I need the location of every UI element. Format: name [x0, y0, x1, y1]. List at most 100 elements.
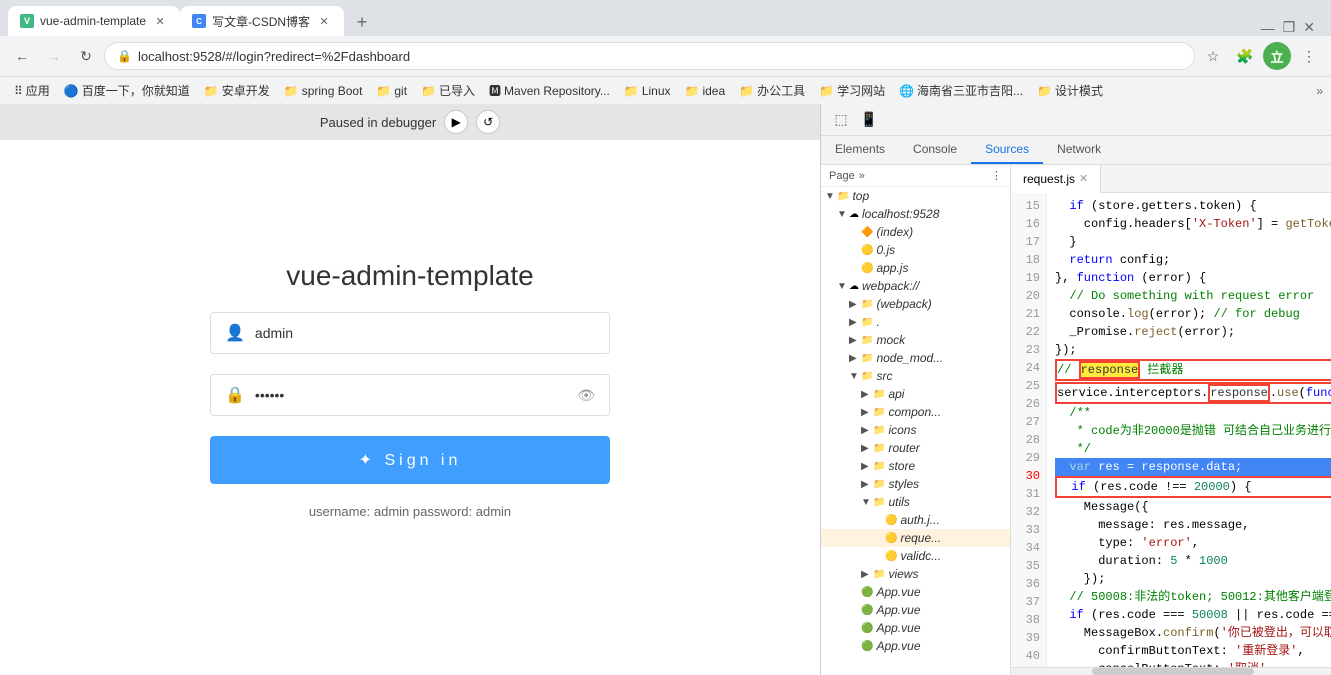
bookmark-maven[interactable]: 🅼 Maven Repository... [483, 80, 616, 101]
reload-button[interactable]: ↻ [72, 42, 100, 70]
tree-nav-more[interactable]: » [859, 170, 865, 182]
devtools-tab-console[interactable]: Console [899, 136, 971, 164]
devtools-tab-network[interactable]: Network [1043, 136, 1115, 164]
tree-item-api[interactable]: ▶ 📁 api [821, 385, 1010, 403]
tree-item-requestjs[interactable]: 🟡 reque... [821, 529, 1010, 547]
window-minimize[interactable]: — [1261, 20, 1275, 36]
bookmark-apps[interactable]: ⠿ 应用 [8, 80, 56, 101]
tree-item-compon[interactable]: ▶ 📁 compon... [821, 403, 1010, 421]
folder-icon-compon: 📁 [873, 407, 885, 418]
design-label: 设计模式 [1055, 82, 1103, 99]
tree-arrow-icons: ▶ [861, 425, 873, 436]
password-input[interactable] [255, 387, 567, 403]
bookmark-learning[interactable]: 📁 学习网站 [813, 80, 891, 101]
nav-bar: ← → ↻ 🔒 localhost:9528/#/login?redirect=… [0, 36, 1331, 76]
back-button[interactable]: ← [8, 42, 36, 70]
tree-item-router[interactable]: ▶ 📁 router [821, 439, 1010, 457]
tree-nav-page[interactable]: Page [829, 170, 855, 182]
sign-in-button[interactable]: ✦ Sign in [210, 436, 610, 484]
login-page: Paused in debugger ▶ ↺ vue-admin-templat… [0, 104, 820, 675]
tab-close-2[interactable]: ✕ [316, 13, 332, 29]
tree-item-nodemod[interactable]: ▶ 📁 node_mod... [821, 349, 1010, 367]
file-icon-appvue3: 🟢 [861, 623, 873, 634]
tab-close-1[interactable]: ✕ [152, 13, 168, 29]
file-icon-appvue4: 🟢 [861, 641, 873, 652]
debugger-refresh-button[interactable]: ↺ [476, 110, 500, 134]
devtools-inspect-icon[interactable]: ⬚ [829, 108, 853, 132]
code-horizontal-scrollbar[interactable] [1011, 667, 1331, 675]
devtools-device-icon[interactable]: 📱 [857, 108, 881, 132]
baidu-icon: 🔵 [64, 84, 79, 98]
tree-item-styles[interactable]: ▶ 📁 styles [821, 475, 1010, 493]
code-file-tab[interactable]: request.js ✕ [1011, 165, 1101, 193]
scrollbar-thumb[interactable] [1092, 668, 1254, 675]
eye-icon[interactable]: 👁 [577, 387, 595, 404]
tree-item-mock[interactable]: ▶ 📁 mock [821, 331, 1010, 349]
tree-item-icons[interactable]: ▶ 📁 icons [821, 421, 1010, 439]
learning-label: 学习网站 [837, 82, 885, 99]
tree-item-appvue2[interactable]: 🟢 App.vue [821, 601, 1010, 619]
tree-item-dot[interactable]: ▶ 📁 . [821, 313, 1010, 331]
hainan-label: 海南省三亚市吉阳... [917, 82, 1023, 99]
tree-item-store[interactable]: ▶ 📁 store [821, 457, 1010, 475]
tree-item-authjs[interactable]: 🟡 auth.j... [821, 511, 1010, 529]
tree-label-styles: styles [888, 477, 919, 491]
username-input[interactable] [255, 325, 595, 341]
browser-tab-1[interactable]: V vue-admin-template ✕ [8, 6, 180, 36]
code-line-40: MessageBox.confirm('你已被登出，可以取消继续 [1055, 624, 1331, 642]
maven-icon: 🅼 [489, 82, 501, 99]
forward-button[interactable]: → [40, 42, 68, 70]
tree-item-0js[interactable]: 🟡 0.js [821, 241, 1010, 259]
tree-item-index[interactable]: 🔶 (index) [821, 223, 1010, 241]
new-tab-button[interactable]: + [348, 8, 376, 36]
bookmark-baidu[interactable]: 🔵 百度一下，你就知道 [58, 80, 196, 101]
bookmark-design[interactable]: 📁 设计模式 [1031, 80, 1109, 101]
profile-button[interactable]: 立 [1263, 42, 1291, 70]
file-tree-header: Page » ⋮ [821, 165, 1010, 187]
tree-item-webpack[interactable]: ▼ ☁ webpack:// [821, 277, 1010, 295]
folder-icon-webpack: 📁 [861, 299, 873, 310]
extensions-button[interactable]: 🧩 [1231, 42, 1259, 70]
devtools-tab-elements[interactable]: Elements [821, 136, 899, 164]
tree-item-top[interactable]: ▼ 📁 top [821, 187, 1010, 205]
bookmark-android[interactable]: 📁 安卓开发 [198, 80, 276, 101]
tree-item-views[interactable]: ▶ 📁 views [821, 565, 1010, 583]
address-bar[interactable]: 🔒 localhost:9528/#/login?redirect=%2Fdas… [104, 42, 1195, 70]
tree-more-btn[interactable]: ⋮ [991, 169, 1002, 182]
tree-item-appvue1[interactable]: 🟢 App.vue [821, 583, 1010, 601]
tree-item-utils[interactable]: ▼ 📁 utils [821, 493, 1010, 511]
devtools-toolbar: ⬚ 📱 ⚙ ✕ ⋮ [821, 104, 1331, 136]
folder-icon-views: 📁 [873, 569, 885, 580]
tree-item-appvue4[interactable]: 🟢 App.vue [821, 637, 1010, 655]
tree-item-validc[interactable]: 🟡 validc... [821, 547, 1010, 565]
design-icon: 📁 [1037, 84, 1052, 98]
browser-tab-2[interactable]: C 写文章-CSDN博客 ✕ [180, 6, 344, 36]
window-close[interactable]: ✕ [1303, 19, 1315, 36]
window-maximize[interactable]: ❐ [1283, 19, 1296, 36]
tree-item-src[interactable]: ▼ 📁 src [821, 367, 1010, 385]
tree-item-localhost[interactable]: ▼ ☁ localhost:9528 [821, 205, 1010, 223]
bookmark-git[interactable]: 📁 git [370, 82, 413, 100]
lock-icon: 🔒 [117, 49, 132, 63]
tree-label-compon: compon... [888, 405, 941, 419]
devtools-tab-sources[interactable]: Sources [971, 136, 1043, 164]
bookmark-hainan[interactable]: 🌐 海南省三亚市吉阳... [893, 80, 1029, 101]
android-label: 安卓开发 [222, 82, 270, 99]
code-file-name: request.js [1023, 172, 1075, 186]
bookmark-idea[interactable]: 📁 idea [679, 82, 732, 100]
menu-button[interactable]: ⋮ [1295, 42, 1323, 70]
code-tab-close[interactable]: ✕ [1079, 172, 1088, 185]
bookmarks-more[interactable]: » [1316, 84, 1323, 98]
bookmark-office[interactable]: 📁 办公工具 [733, 80, 811, 101]
bookmark-linux[interactable]: 📁 Linux [618, 82, 677, 100]
bookmark-springboot[interactable]: 📁 spring Boot [278, 82, 369, 100]
debugger-play-button[interactable]: ▶ [444, 110, 468, 134]
tree-item-webpackfolder[interactable]: ▶ 📁 (webpack) [821, 295, 1010, 313]
tree-item-appjs[interactable]: 🟡 app.js [821, 259, 1010, 277]
file-icon-appvue2: 🟢 [861, 605, 873, 616]
tree-label-views: views [888, 567, 918, 581]
bookmark-button[interactable]: ☆ [1199, 42, 1227, 70]
debugger-text: Paused in debugger [320, 115, 436, 130]
bookmark-imported[interactable]: 📁 已导入 [415, 80, 481, 101]
tree-item-appvue3[interactable]: 🟢 App.vue [821, 619, 1010, 637]
